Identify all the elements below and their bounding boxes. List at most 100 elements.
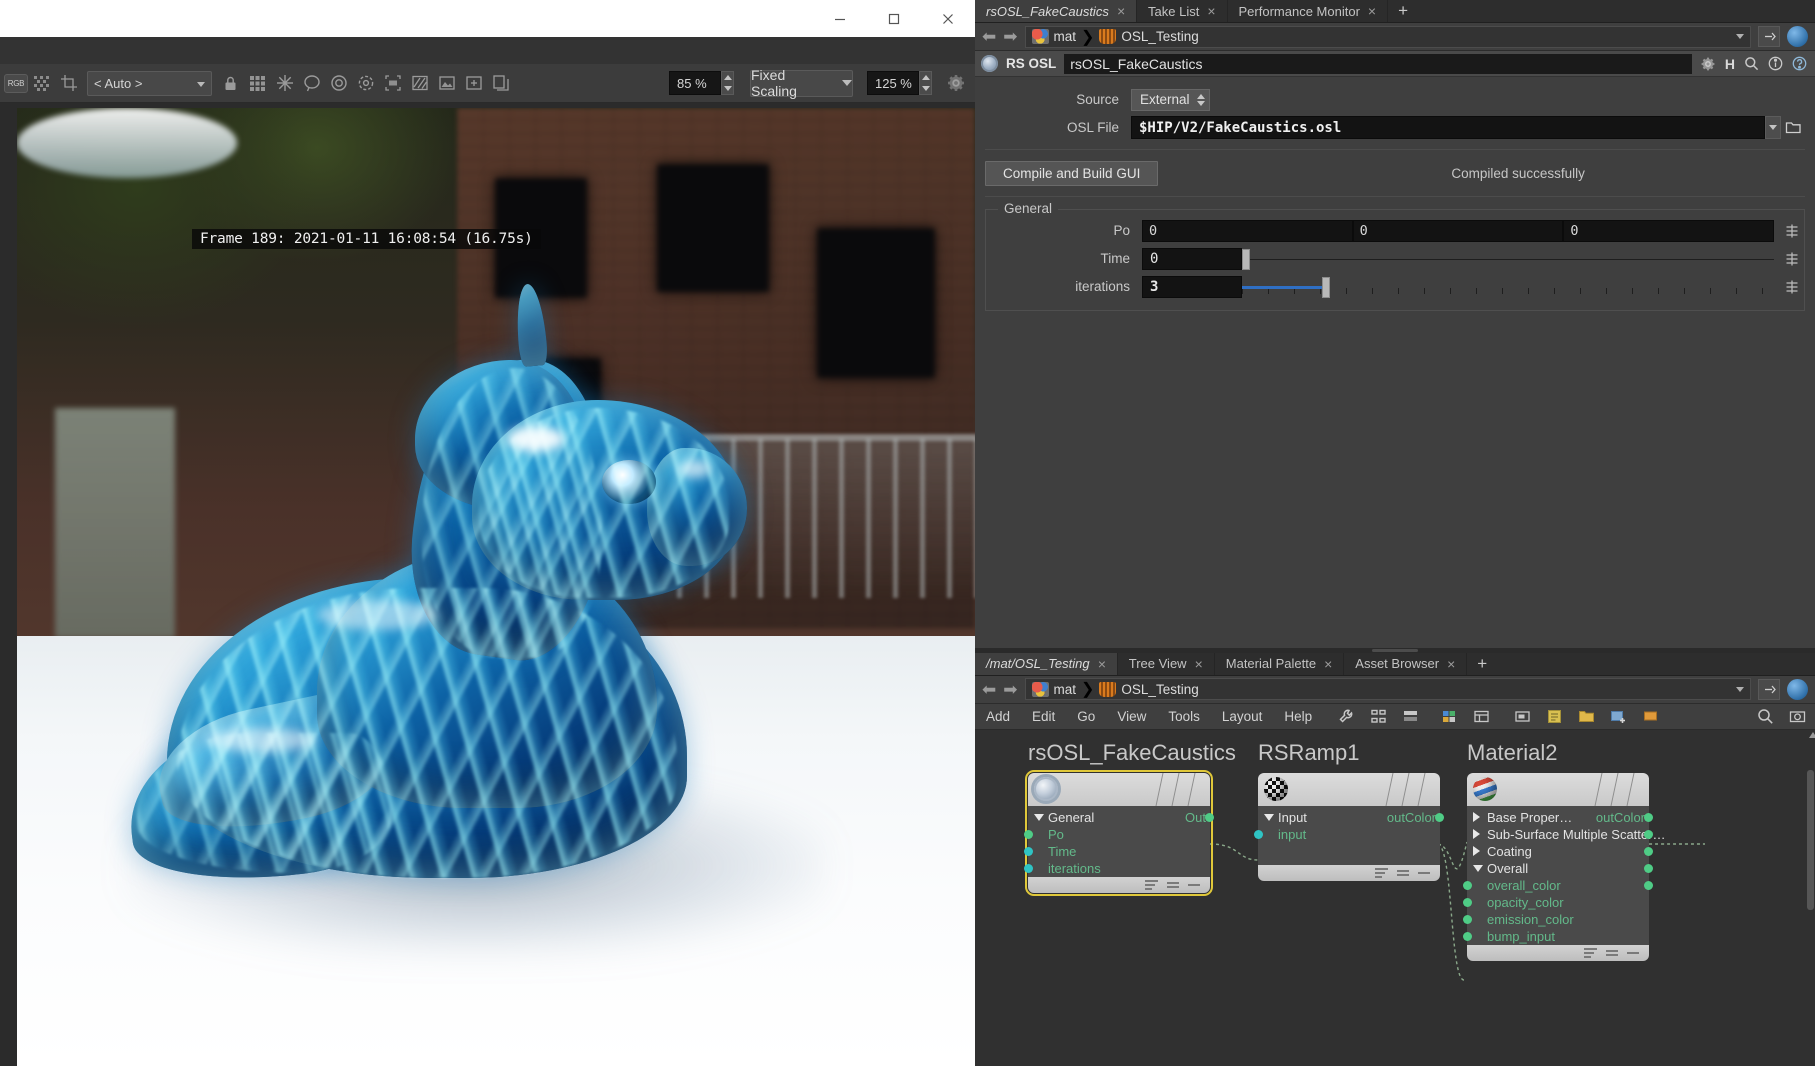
zoom-value-field[interactable]: 85 %: [669, 71, 721, 95]
menu-add[interactable]: Add: [975, 709, 1021, 724]
chevron-down-icon[interactable]: [1034, 813, 1044, 821]
tab-mat-osl-testing[interactable]: /mat/OSL_Testing ×: [975, 652, 1118, 675]
chevron-down-icon[interactable]: [1473, 864, 1483, 872]
osl-file-input[interactable]: $HIP/V2/FakeCaustics.osl: [1131, 116, 1765, 139]
source-select[interactable]: External: [1131, 88, 1210, 111]
node-row-iterations[interactable]: iterations: [1024, 860, 1210, 877]
iterations-channel-button[interactable]: [1780, 276, 1804, 298]
po-channel-button[interactable]: [1780, 220, 1804, 242]
back-arrow-icon[interactable]: ⬅: [982, 681, 996, 698]
bypass-flag-icon[interactable]: [1188, 883, 1200, 886]
input-port-dot[interactable]: [1024, 846, 1033, 856]
input-port-dot[interactable]: [1024, 829, 1033, 839]
breadcrumb-mat[interactable]: mat: [1031, 681, 1076, 697]
node-row-coating[interactable]: Coating: [1467, 843, 1653, 860]
maximize-button[interactable]: [867, 0, 921, 37]
lasso-icon[interactable]: [298, 70, 325, 97]
panel-list-icon[interactable]: [1401, 707, 1420, 726]
scaling-mode-select[interactable]: Fixed Scaling: [750, 67, 853, 99]
display-flag-icon[interactable]: [1584, 947, 1597, 958]
snowflake-icon[interactable]: [271, 70, 298, 97]
node-box[interactable]: Input outColor input: [1254, 772, 1444, 881]
copy-image-icon[interactable]: [487, 70, 514, 97]
menu-tools[interactable]: Tools: [1157, 709, 1211, 724]
node-footer[interactable]: [1258, 864, 1440, 881]
notes-icon[interactable]: [1545, 707, 1564, 726]
close-button[interactable]: [921, 0, 975, 37]
output-port-dot[interactable]: [1205, 812, 1214, 822]
zoom-stepper[interactable]: [721, 71, 734, 95]
tab-tree-view[interactable]: Tree View ×: [1117, 652, 1215, 675]
snapshot-icon[interactable]: [1513, 707, 1532, 726]
node-top-strip[interactable]: [1028, 772, 1210, 806]
input-port-dot[interactable]: [1463, 914, 1472, 924]
node-material2[interactable]: Material2 Base Proper… outColor Sub-Surf…: [1463, 740, 1665, 961]
add-tab-button[interactable]: +: [1467, 653, 1497, 675]
input-port-dot[interactable]: [1463, 880, 1472, 890]
lock-icon[interactable]: [217, 70, 244, 97]
time-channel-button[interactable]: [1780, 248, 1804, 270]
input-port-dot[interactable]: [1024, 863, 1033, 873]
folder-icon[interactable]: [1577, 707, 1596, 726]
output-port-dot[interactable]: [1435, 812, 1444, 822]
color-palette-icon[interactable]: [1440, 707, 1459, 726]
compile-and-build-gui-button[interactable]: Compile and Build GUI: [985, 160, 1159, 186]
input-port-dot[interactable]: [1254, 829, 1263, 839]
node-row-bump-input[interactable]: bump_input: [1463, 928, 1649, 945]
render-flag-icon[interactable]: [1606, 949, 1618, 956]
menu-edit[interactable]: Edit: [1021, 709, 1066, 724]
tab-performance-monitor[interactable]: Performance Monitor ×: [1227, 0, 1389, 22]
tab-asset-browser[interactable]: Asset Browser ×: [1344, 652, 1468, 675]
breadcrumb-mat[interactable]: mat: [1031, 29, 1076, 44]
display-flag-icon[interactable]: [1145, 879, 1158, 890]
orange-box-icon[interactable]: [1641, 707, 1660, 726]
chevron-down-icon[interactable]: [1736, 34, 1744, 39]
node-row-input-group[interactable]: Input outColor: [1258, 809, 1444, 826]
chevron-down-icon[interactable]: [1264, 813, 1274, 821]
info-icon[interactable]: [1768, 56, 1783, 71]
file-browser-icon[interactable]: [1781, 116, 1805, 139]
breadcrumb-node[interactable]: OSL_Testing: [1099, 29, 1199, 44]
network-canvas[interactable]: VEX Builder rsOSL_FakeCaustics: [975, 729, 1815, 1066]
node-row-subsurface[interactable]: Sub-Surface Multiple Scatter…: [1467, 826, 1665, 843]
close-icon[interactable]: ×: [1324, 657, 1332, 671]
rgb-channel-icon[interactable]: RGB: [4, 73, 28, 93]
node-footer[interactable]: [1028, 876, 1210, 893]
close-icon[interactable]: ×: [1368, 4, 1376, 18]
node-row-general[interactable]: General Out: [1028, 809, 1214, 826]
time-input[interactable]: 0: [1142, 247, 1242, 270]
chevron-down-icon[interactable]: [1765, 116, 1781, 139]
region-icon[interactable]: [379, 70, 406, 97]
output-port-dot[interactable]: [1644, 880, 1653, 890]
output-port-dot[interactable]: [1644, 846, 1653, 856]
chevron-right-icon[interactable]: [1473, 846, 1480, 856]
node-top-strip[interactable]: [1467, 772, 1649, 806]
node-box[interactable]: General Out Po Time iterations: [1024, 769, 1214, 896]
time-slider[interactable]: [1242, 248, 1774, 270]
close-icon[interactable]: ×: [1447, 657, 1455, 671]
scale-value-field[interactable]: 125 %: [867, 71, 919, 95]
node-row-input[interactable]: input: [1254, 826, 1440, 843]
bypass-flag-icon[interactable]: [1627, 951, 1639, 954]
node-name-field[interactable]: rsOSL_FakeCaustics: [1064, 53, 1692, 74]
diagonal-icon[interactable]: [406, 70, 433, 97]
node-row-emission-color[interactable]: emission_color: [1463, 911, 1649, 928]
image-icon[interactable]: [433, 70, 460, 97]
crop-icon[interactable]: [55, 70, 82, 97]
tab-take-list[interactable]: Take List ×: [1137, 0, 1228, 22]
output-port-dot[interactable]: [1644, 829, 1653, 839]
aperture-icon[interactable]: [325, 70, 352, 97]
time-slider-handle[interactable]: [1242, 248, 1250, 270]
search-icon[interactable]: [1744, 56, 1759, 71]
close-icon[interactable]: ×: [1098, 657, 1106, 671]
input-port-dot[interactable]: [1463, 931, 1472, 941]
breadcrumb[interactable]: mat ❯ OSL_Testing: [1024, 25, 1751, 48]
node-row-overall-color[interactable]: overall_color: [1463, 877, 1653, 894]
breadcrumb-node[interactable]: OSL_Testing: [1099, 681, 1199, 697]
back-arrow-icon[interactable]: ⬅: [982, 28, 996, 45]
tab-rsosl-fakecaustics[interactable]: rsOSL_FakeCaustics ×: [975, 0, 1138, 22]
gear-icon[interactable]: [1700, 56, 1716, 72]
pin-button[interactable]: [1758, 26, 1780, 47]
minimize-button[interactable]: [813, 0, 867, 37]
output-port-dot[interactable]: [1644, 812, 1653, 822]
